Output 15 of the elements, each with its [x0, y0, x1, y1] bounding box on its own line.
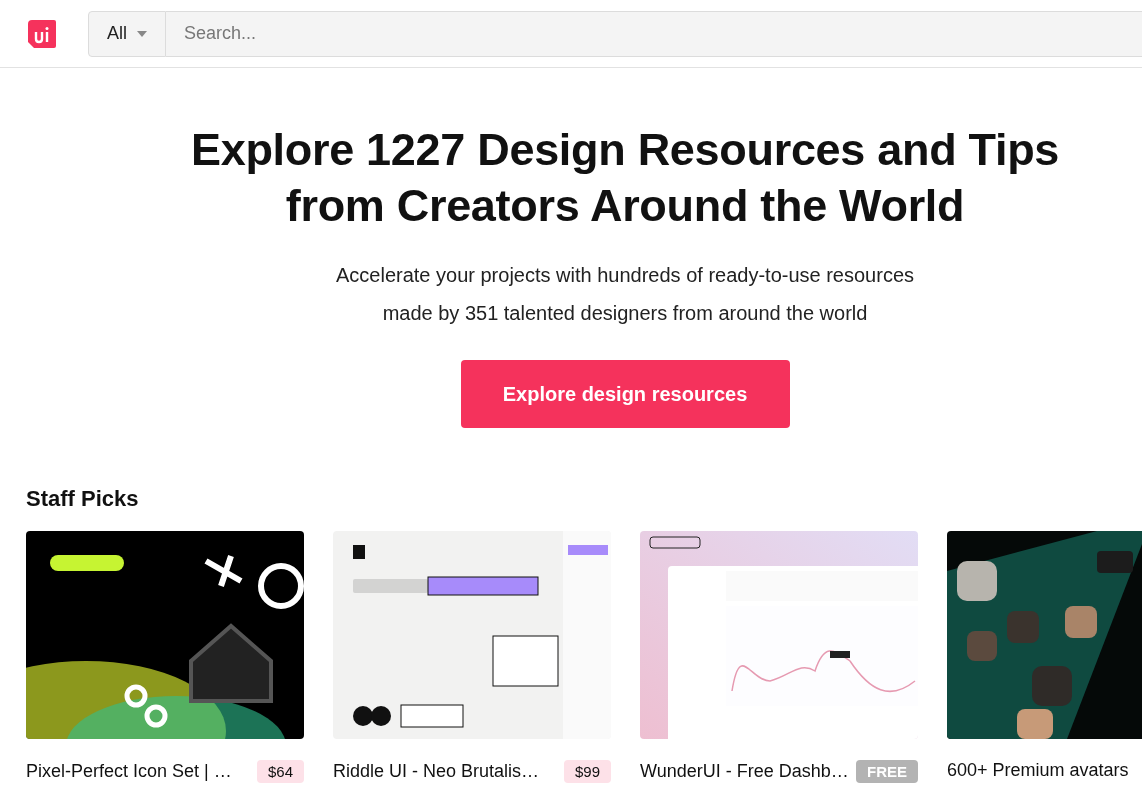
explore-button[interactable]: Explore design resources: [460, 360, 790, 428]
product-title[interactable]: Pixel-Perfect Icon Set | …: [26, 761, 232, 782]
price-tag: FREE: [856, 760, 918, 783]
logo-icon[interactable]: [26, 17, 58, 50]
product-title[interactable]: Riddle UI - Neo Brutalis…: [333, 761, 540, 782]
product-title[interactable]: 600+ Premium avatars: [947, 760, 1129, 781]
product-title[interactable]: WunderUI - Free Dashb…: [640, 761, 849, 782]
price-tag: $99: [563, 760, 611, 783]
hero-subtitle: Accelerate your projects with hundreds of ready-to-use resources made by 351 talented designers from around the world: [335, 263, 915, 326]
category-dropdown[interactable]: All: [88, 10, 166, 57]
caret-icon: [137, 30, 147, 37]
price-tag: $64: [256, 760, 304, 783]
section-heading: Staff Picks: [26, 485, 140, 513]
hero-title: Explore 1227 Design Resources and Tips from Creators Around the World: [190, 123, 1060, 233]
search-field[interactable]: Search...: [166, 10, 1142, 57]
